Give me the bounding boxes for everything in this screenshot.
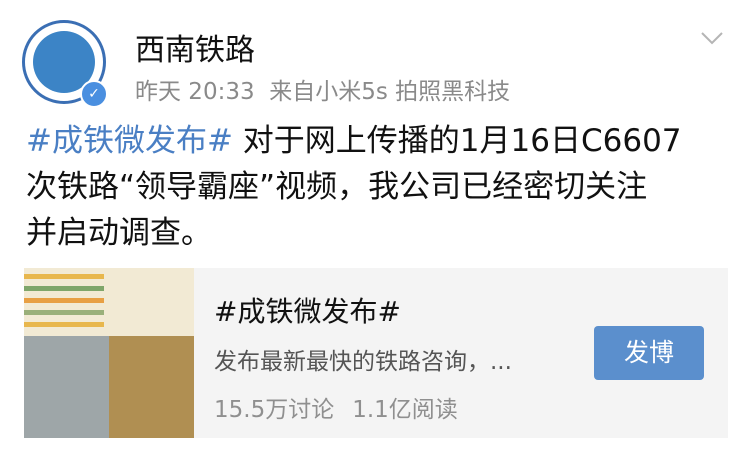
post-text-line3: 并启动调查。 [26,215,212,251]
topic-link[interactable]: #成铁微发布# [26,123,233,159]
topic-card-stats: 15.5万讨论 1.1亿阅读 [214,390,458,424]
verified-badge-icon: ✓ [80,80,108,108]
publish-button[interactable]: 发博 [594,326,704,380]
topic-thumbnail [24,268,194,438]
post-source[interactable]: 来自小米5s 拍照黑科技 [269,79,510,105]
user-name[interactable]: 西南铁路 [135,25,255,69]
topic-card-title: #成铁微发布# [214,295,401,328]
chevron-down-icon[interactable] [700,30,724,46]
post-text-line2: 次铁路“领导霸座”视频，我公司已经密切关注 [26,169,648,205]
post-meta: 昨天 20:33 来自小米5s 拍照黑科技 [135,72,510,106]
timestamp: 昨天 20:33 [135,79,255,105]
topic-card[interactable]: #成铁微发布# 发布最新最快的铁路咨询，... 15.5万讨论 1.1亿阅读 发博 [24,268,728,438]
read-count: 1.1亿阅读 [352,397,458,423]
discussion-count: 15.5万讨论 [214,397,335,423]
post-text-line1: 对于网上传播的1月16日C6607 [232,123,682,159]
topic-card-description: 发布最新最快的铁路咨询，... [214,349,512,375]
post-text: #成铁微发布# 对于网上传播的1月16日C6607 次铁路“领导霸座”视频，我公… [26,118,726,256]
